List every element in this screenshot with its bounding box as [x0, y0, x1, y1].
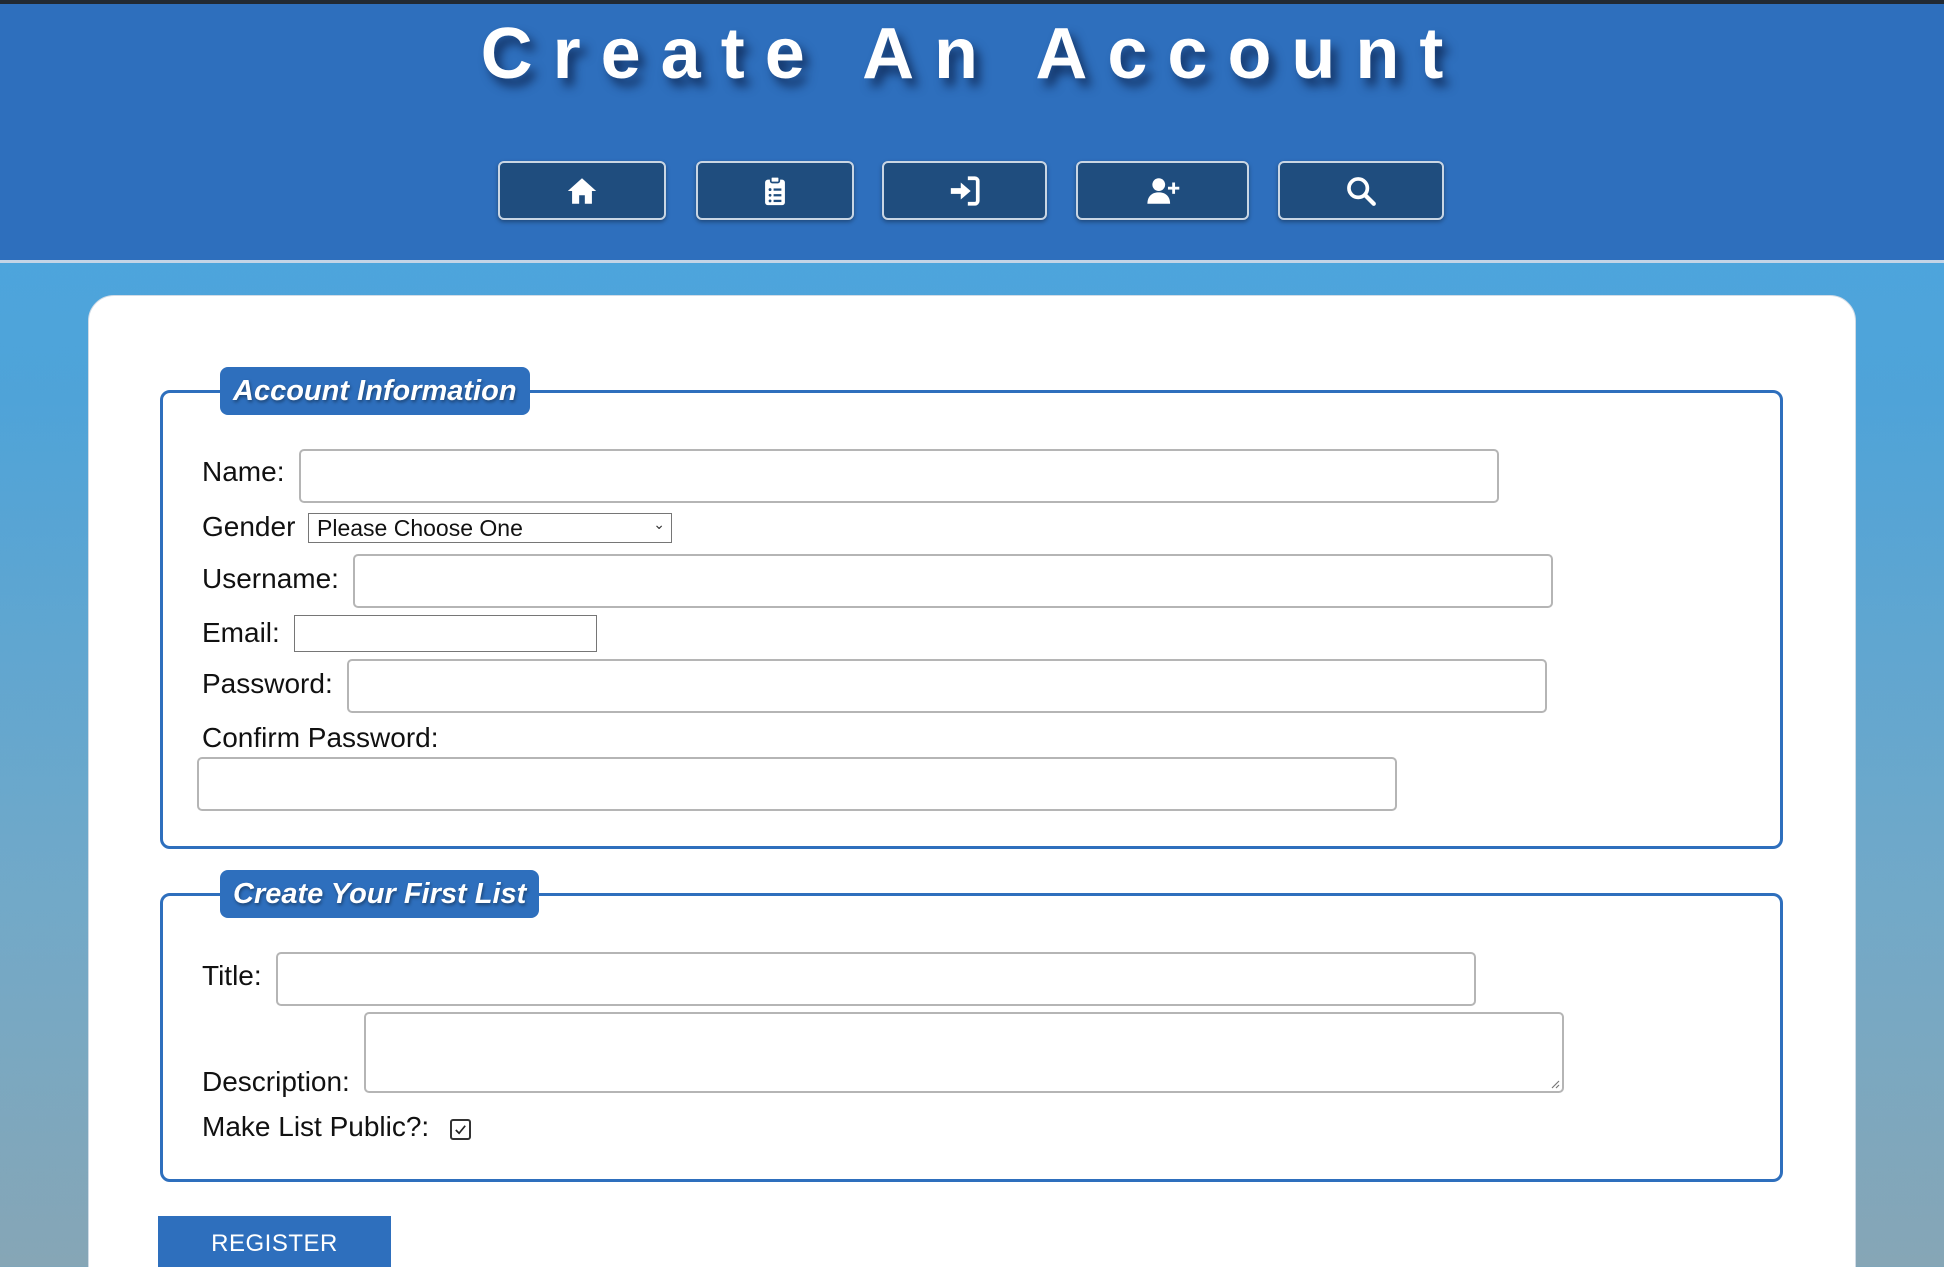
email-label: Email: — [202, 617, 280, 648]
confirm-password-input[interactable] — [197, 757, 1397, 811]
form-card: Account Information Name: Gender Please … — [88, 295, 1856, 1267]
make-public-label: Make List Public?: — [202, 1111, 430, 1142]
list-title-input[interactable] — [276, 952, 1476, 1006]
user-plus-icon — [1146, 177, 1179, 204]
page-title: Create An Account — [480, 14, 1464, 94]
nav-search-button[interactable] — [1278, 161, 1444, 220]
resize-grip-icon[interactable] — [1548, 1077, 1560, 1089]
register-button[interactable]: REGISTER — [158, 1216, 391, 1267]
name-label: Name: — [202, 456, 285, 487]
title-label: Title: — [202, 960, 262, 991]
confirm-password-label: Confirm Password: — [202, 722, 439, 753]
nav-lists-button[interactable] — [696, 161, 854, 220]
make-public-checkbox[interactable] — [450, 1119, 471, 1140]
nav-login-button[interactable] — [882, 161, 1047, 220]
password-label: Password: — [202, 668, 333, 699]
sign-in-icon — [950, 175, 980, 206]
clipboard-list-icon — [765, 175, 785, 205]
account-information-legend: Account Information — [220, 367, 530, 415]
description-textarea[interactable] — [364, 1012, 1564, 1093]
username-label: Username: — [202, 563, 339, 594]
search-icon — [1347, 176, 1376, 206]
chevron-down-icon: ⌄ — [653, 516, 665, 532]
first-list-legend: Create Your First List — [220, 870, 540, 918]
name-input[interactable] — [299, 449, 1499, 503]
nav-register-button[interactable] — [1076, 161, 1249, 220]
description-label: Description: — [202, 1066, 350, 1097]
check-icon — [455, 1125, 466, 1135]
site-header: Create An Account — [0, 4, 1944, 263]
username-input[interactable] — [353, 554, 1553, 608]
gender-select[interactable]: Please Choose One ⌄ — [308, 513, 672, 543]
gender-selected-value: Please Choose One — [317, 514, 523, 541]
home-icon — [567, 177, 597, 204]
nav-home-button[interactable] — [498, 161, 666, 220]
gender-label: Gender — [202, 511, 296, 542]
email-input[interactable] — [294, 615, 597, 652]
password-input[interactable] — [347, 659, 1547, 713]
